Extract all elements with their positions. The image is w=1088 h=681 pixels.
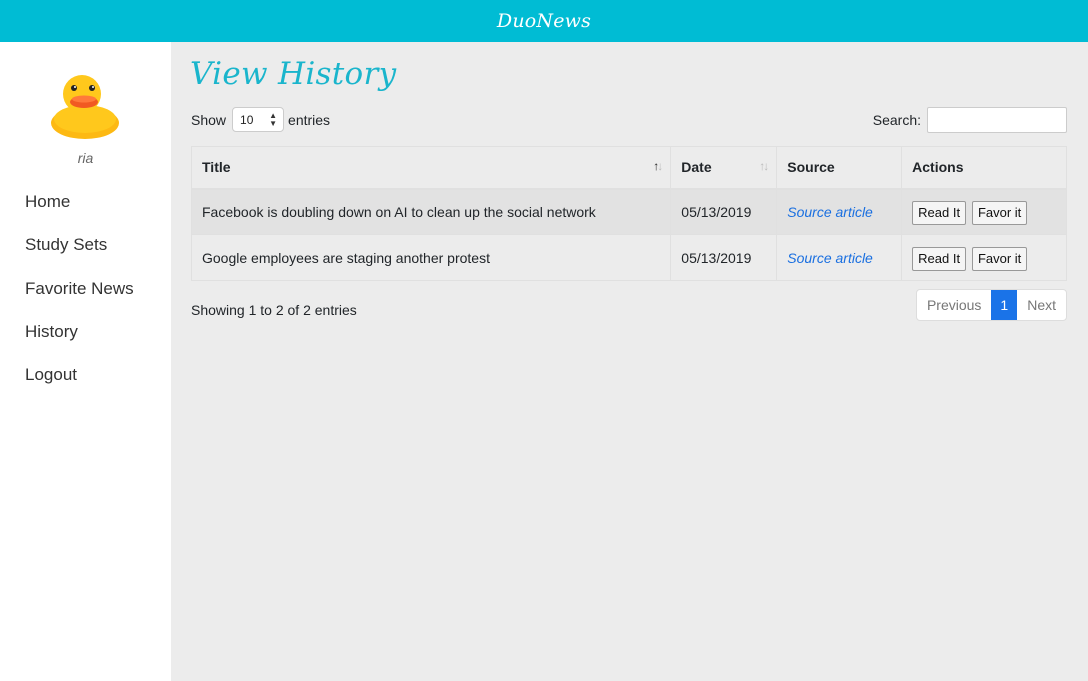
page-title: View History bbox=[190, 56, 397, 92]
column-source-label: Source bbox=[787, 159, 835, 176]
source-link[interactable]: Source article bbox=[787, 250, 873, 266]
page-1-button[interactable]: 1 bbox=[991, 290, 1018, 320]
search-input[interactable] bbox=[927, 107, 1067, 133]
search-control: Search: bbox=[873, 107, 1067, 133]
table-info: Showing 1 to 2 of 2 entries bbox=[191, 302, 357, 318]
rubber-duck-icon bbox=[51, 75, 119, 139]
entries-label: entries bbox=[288, 111, 331, 128]
cell-title: Google employees are staging another pro… bbox=[190, 234, 672, 281]
column-actions: Actions bbox=[901, 146, 1067, 190]
favor-it-button[interactable]: Favor it bbox=[971, 201, 1028, 226]
pagination: Previous 1 Next bbox=[915, 289, 1067, 321]
read-it-button[interactable]: Read It bbox=[912, 247, 967, 271]
cell-title: Facebook is doubling down on AI to clean… bbox=[190, 188, 672, 235]
sidebar: ria Home Study Sets Favorite News Histor… bbox=[0, 42, 171, 681]
entries-select[interactable]: 10 ▲ ▼ bbox=[232, 107, 285, 132]
table-row: Google employees are staging another pro… bbox=[190, 234, 1067, 281]
show-label: Show bbox=[191, 111, 227, 128]
source-link[interactable]: Source article bbox=[787, 204, 873, 220]
entries-select-value: 10 bbox=[240, 112, 254, 127]
column-source: Source bbox=[776, 146, 903, 190]
cell-actions: Read It Favor it bbox=[901, 188, 1067, 235]
entries-length-control: Show 10 ▲ ▼ entries bbox=[191, 107, 330, 132]
select-arrows-icon: ▲ ▼ bbox=[269, 110, 278, 128]
favor-it-button[interactable]: Favor it bbox=[971, 247, 1028, 271]
top-bar: DuoNews bbox=[0, 0, 1088, 42]
cell-actions: Read It Favor it bbox=[901, 234, 1067, 281]
column-date[interactable]: Date ↑↓ bbox=[670, 146, 778, 190]
sidebar-item-logout[interactable]: Logout bbox=[25, 363, 134, 406]
column-title[interactable]: Title ↑↓ bbox=[190, 146, 672, 190]
sidebar-item-favorite-news[interactable]: Favorite News bbox=[25, 277, 134, 320]
main-content: View History Show 10 ▲ ▼ entries Search: … bbox=[171, 42, 1088, 681]
next-page-button[interactable]: Next bbox=[1017, 290, 1066, 320]
cell-source: Source article bbox=[776, 188, 903, 235]
brand-title[interactable]: DuoNews bbox=[497, 10, 591, 32]
sort-arrows-icon: ↑↓ bbox=[759, 159, 769, 173]
search-label: Search: bbox=[872, 112, 921, 128]
cell-date: 05/13/2019 bbox=[670, 234, 778, 281]
sidebar-nav: Home Study Sets Favorite News History Lo… bbox=[25, 190, 134, 406]
table-header-row: Title ↑↓ Date ↑↓ Source Actions bbox=[190, 146, 1067, 190]
read-it-button[interactable]: Read It bbox=[912, 201, 967, 226]
cell-source: Source article bbox=[776, 234, 903, 281]
column-date-label: Date bbox=[681, 159, 712, 176]
column-title-label: Title bbox=[202, 159, 231, 176]
table-row: Facebook is doubling down on AI to clean… bbox=[190, 188, 1067, 235]
previous-page-button[interactable]: Previous bbox=[917, 290, 991, 320]
sidebar-item-history[interactable]: History bbox=[25, 320, 134, 363]
cell-date: 05/13/2019 bbox=[670, 188, 778, 235]
history-table: Title ↑↓ Date ↑↓ Source Actions Facebook… bbox=[190, 146, 1067, 281]
sort-arrows-icon: ↑↓ bbox=[653, 159, 663, 173]
column-actions-label: Actions bbox=[912, 159, 964, 176]
sidebar-item-home[interactable]: Home bbox=[25, 190, 134, 233]
sidebar-item-study-sets[interactable]: Study Sets bbox=[25, 233, 134, 276]
username: ria bbox=[77, 150, 94, 166]
